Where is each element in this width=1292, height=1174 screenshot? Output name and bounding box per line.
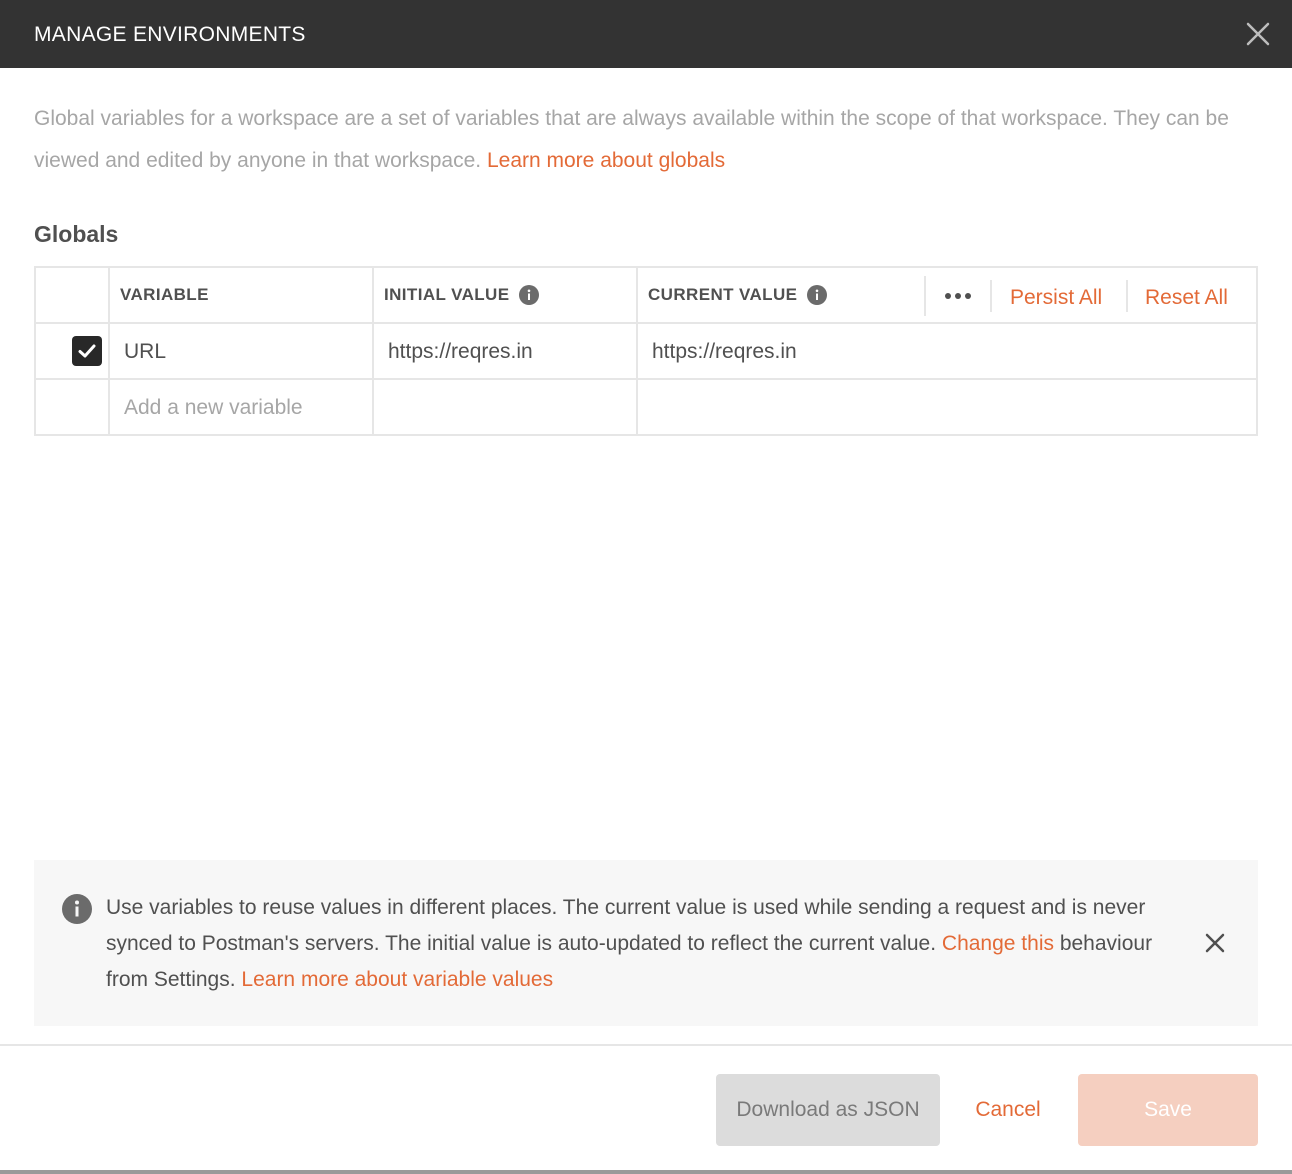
section-title: Globals [34, 221, 119, 247]
table-divider [36, 322, 1256, 324]
download-json-button[interactable]: Download as JSON [716, 1074, 940, 1146]
column-label: CURRENT VALUE [648, 285, 798, 304]
checkmark-icon [78, 344, 96, 358]
info-icon[interactable] [519, 285, 540, 305]
new-current-value-field[interactable] [638, 380, 1256, 434]
learn-more-variable-values-link[interactable]: Learn more about variable values [241, 968, 553, 991]
reset-all-button[interactable]: Reset All [1145, 284, 1228, 312]
footer-divider [0, 1044, 1292, 1046]
header-divider [924, 276, 926, 316]
globals-description: Global variables for a workspace are a s… [34, 98, 1258, 182]
header-divider [990, 280, 992, 312]
window-edge [0, 1170, 1292, 1174]
variable-enabled-checkbox[interactable] [72, 336, 102, 366]
column-header-current-value: CURRENT VALUE [648, 284, 828, 306]
cancel-button[interactable]: Cancel [950, 1074, 1066, 1146]
info-banner: Use variables to reuse values in differe… [34, 860, 1258, 1026]
current-value-field[interactable]: https://reqres.in [652, 339, 797, 365]
column-divider [108, 268, 110, 434]
new-variable-input[interactable]: Add a new variable [124, 395, 303, 421]
close-icon[interactable] [1204, 932, 1226, 954]
manage-environments-modal: MANAGE ENVIRONMENTS Global variables for… [0, 0, 1292, 1174]
persist-all-button[interactable]: Persist All [1010, 284, 1102, 312]
initial-value-field[interactable]: https://reqres.in [388, 339, 533, 365]
learn-more-globals-link[interactable]: Learn more about globals [487, 149, 725, 172]
more-horizontal-icon[interactable] [942, 284, 974, 308]
column-header-initial-value: INITIAL VALUE [384, 284, 540, 306]
new-initial-value-field[interactable] [374, 380, 636, 434]
modal-title: MANAGE ENVIRONMENTS [34, 23, 306, 46]
banner-message: Use variables to reuse values in differe… [106, 890, 1166, 998]
info-icon [62, 894, 92, 924]
column-label: VARIABLE [120, 285, 209, 304]
header-divider [1126, 280, 1128, 312]
close-icon[interactable] [1244, 20, 1272, 48]
variable-name-field[interactable]: URL [124, 339, 166, 365]
save-button[interactable]: Save [1078, 1074, 1258, 1146]
column-header-variable: VARIABLE [120, 284, 209, 306]
info-icon[interactable] [807, 285, 828, 305]
column-label: INITIAL VALUE [384, 285, 510, 304]
change-settings-link[interactable]: Change this [942, 932, 1054, 955]
variables-table: VARIABLE INITIAL VALUE CURRENT VALUE Per… [34, 266, 1258, 436]
modal-header: MANAGE ENVIRONMENTS [0, 0, 1292, 68]
